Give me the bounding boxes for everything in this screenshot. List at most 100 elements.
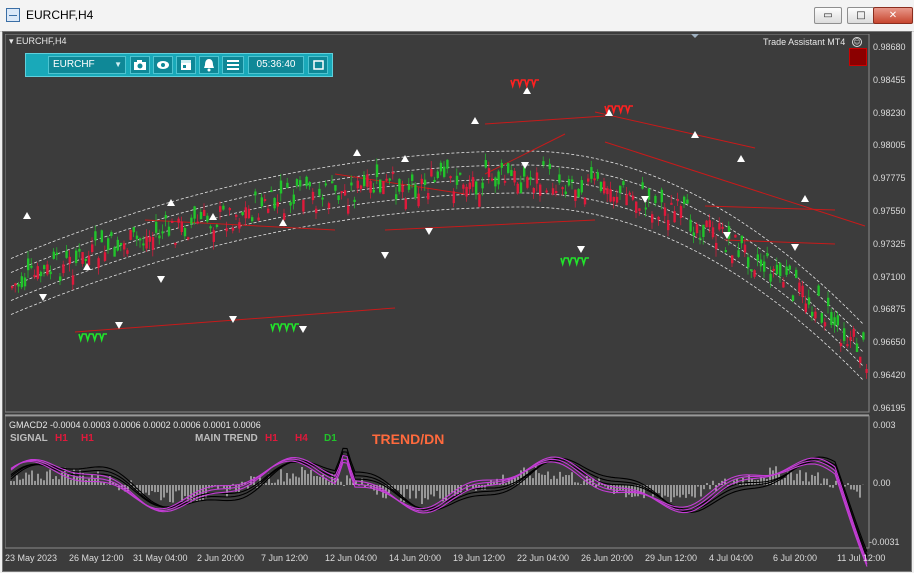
candle-body [500,162,503,168]
maximize-button[interactable]: □ [847,7,875,24]
candle-body [59,276,62,281]
candle-body [836,315,839,326]
candle-body [276,202,279,207]
time-tick: 26 Jun 20:00 [581,553,634,563]
candle-body [68,256,71,264]
candle-body [823,322,827,327]
candle-body [459,172,462,175]
candle-body [343,190,347,196]
candle-body [839,343,843,347]
candle-body [187,237,190,240]
candle-body [638,208,641,211]
candle-body [254,191,257,196]
main-trend-h4: H4 [295,433,308,444]
candle-body [235,214,238,217]
candle-body [331,181,334,184]
candle-body [699,237,702,240]
menu-button[interactable] [222,56,244,74]
candle-body [411,174,414,181]
candle-body [177,218,180,223]
candle-body [862,332,865,340]
candle-body [129,229,132,240]
time-tick: 19 Jun 12:00 [453,553,506,563]
fractal-up-arrow [401,155,409,162]
price-tick: 0.97325 [873,238,906,249]
close-button[interactable]: ✕ [873,7,913,24]
candle-body [439,162,443,172]
indicator-axis-bottom: -0.0031 [869,537,900,547]
alert-button[interactable] [199,56,219,74]
trendline [384,219,596,231]
candle-body [84,258,87,261]
candle-body [807,297,811,305]
minimize-button[interactable]: ▭ [814,7,842,24]
candle-body [471,177,475,187]
candle-body [81,252,84,264]
candle-body [766,253,769,257]
window-toggle-button[interactable] [308,56,328,74]
candle-body [292,194,295,204]
candle-body [583,197,587,205]
chart-area[interactable]: ▾ EURCHF,H4 Trade Assistant MT4 ☺ EURCHF… [2,31,912,572]
candle-body [494,177,497,187]
candle-body [628,192,631,195]
candle-body [667,220,670,231]
trendline [704,205,836,211]
candle-body [692,232,695,236]
candle-body [561,187,564,190]
candle-body [158,235,161,239]
screenshot-button[interactable] [130,56,150,74]
candle-body [462,184,465,189]
candle-body [708,220,711,228]
candle-body [724,250,727,253]
candle-body [737,250,740,257]
candle-body [289,202,292,206]
candle-body [43,265,46,270]
price-tick: 0.97550 [873,206,906,216]
candle-body [702,224,705,238]
candle-body [356,180,359,189]
candle-body [209,226,212,229]
candle-body [814,311,817,319]
candle-body [366,174,369,187]
trade-assistant-button[interactable] [849,48,867,66]
candle-body [286,182,289,188]
candle-body [452,191,455,204]
candle-body [27,258,30,271]
candle-body [612,196,615,202]
candle-body [171,220,174,223]
chart-window-icon [6,8,20,22]
candle-body [763,261,766,272]
candle-body [139,238,142,241]
candle-body [791,295,795,301]
candle-body [676,198,679,201]
window-titlebar: EURCHF,H4 ▭ □ ✕ [0,0,914,32]
candle-body [532,187,535,193]
candle-body [334,185,337,191]
candle-body [33,274,36,277]
candle-body [193,206,196,219]
candle-body [859,356,862,363]
candle-body [846,344,849,347]
candle-body [347,205,350,214]
candle-body [398,179,401,192]
calendar-button[interactable] [176,56,196,74]
candle-body [62,264,65,274]
candle-body [740,235,743,244]
candle-body [663,207,667,216]
candle-body [817,285,820,296]
candle-body [759,259,763,267]
visibility-button[interactable] [153,56,173,74]
candle-body [14,283,17,286]
candle-body [375,164,379,178]
chart-canvas[interactable] [5,34,911,571]
candle-body [196,221,199,224]
symbol-dropdown[interactable]: EURCHF ▼ [48,56,126,74]
candle-body [103,252,107,261]
candle-body [804,303,807,313]
alert-bell-icon [204,59,214,72]
candle-body [78,248,81,252]
time-tick: 23 May 2023 [5,553,58,563]
candle-body [241,212,244,216]
candle-body [260,197,263,207]
